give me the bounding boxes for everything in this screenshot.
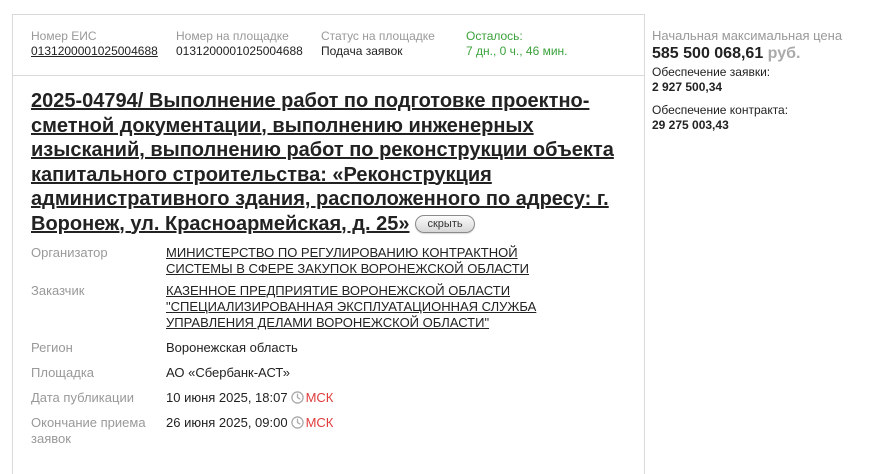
region-value: Воронежская область [166, 340, 298, 355]
organizer-link[interactable]: МИНИСТЕРСТВО ПО РЕГУЛИРОВАНИЮ КОНТРАКТНО… [166, 245, 606, 277]
bid-security-label: Обеспечение заявки: [652, 65, 771, 79]
price-panel: Начальная максимальная цена 585 500 068,… [652, 28, 882, 133]
contract-security-label: Обеспечение контракта: [652, 103, 789, 117]
deadline-value: 26 июня 2025, 09:00 МСК [166, 415, 334, 430]
customer-link[interactable]: КАЗЕННОЕ ПРЕДПРИЯТИЕ ВОРОНЕЖСКОЙ ОБЛАСТИ… [166, 283, 606, 331]
price-label: Начальная максимальная цена [652, 28, 843, 43]
tender-title: 2025-04794/ Выполнение работ по подготов… [31, 89, 631, 236]
eis-number-label: Номер ЕИС [31, 29, 97, 43]
tender-card: Номер ЕИС 0131200001025004688 Номер на п… [12, 14, 645, 474]
bid-security-value: 2 927 500,34 [652, 80, 723, 94]
tender-meta-bar: Номер ЕИС 0131200001025004688 Номер на п… [13, 15, 644, 76]
status-block: Статус на площадке Подача заявок [321, 29, 435, 59]
timezone-label: МСК [305, 390, 334, 405]
remaining-label: Осталось: [466, 29, 523, 43]
remaining-value: 7 дн., 0 ч., 46 мин. [466, 44, 568, 58]
region-label: Регион [31, 340, 73, 355]
contract-security-value: 29 275 003,43 [652, 118, 729, 132]
hide-button[interactable]: скрыть [415, 214, 475, 233]
tender-title-link[interactable]: 2025-04794/ Выполнение работ по подготов… [31, 90, 614, 235]
platform-label: Площадка [31, 365, 95, 380]
remaining-block: Осталось: 7 дн., 0 ч., 46 мин. [466, 29, 568, 59]
eis-number-block: Номер ЕИС 0131200001025004688 [31, 29, 158, 59]
timezone-label: МСК [305, 415, 334, 430]
eis-number-link[interactable]: 0131200001025004688 [31, 44, 158, 59]
status-value: Подача заявок [321, 44, 403, 58]
platform-value: АО «Сбербанк-АСТ» [166, 365, 291, 380]
customer-label: Заказчик [31, 283, 85, 298]
price-value: 585 500 068,61 руб. [652, 45, 801, 62]
organizer-label: Организатор [31, 245, 108, 260]
published-label: Дата публикации [31, 390, 134, 405]
platform-number-value: 0131200001025004688 [176, 44, 303, 58]
clock-icon [290, 416, 304, 429]
clock-icon [290, 391, 304, 404]
deadline-label: Окончание приема заявок [31, 415, 146, 446]
platform-number-label: Номер на площадке [176, 29, 289, 43]
status-label: Статус на площадке [321, 29, 435, 43]
price-currency: руб. [767, 45, 801, 62]
platform-number-block: Номер на площадке 0131200001025004688 [176, 29, 303, 59]
published-value: 10 июня 2025, 18:07 МСК [166, 390, 334, 405]
